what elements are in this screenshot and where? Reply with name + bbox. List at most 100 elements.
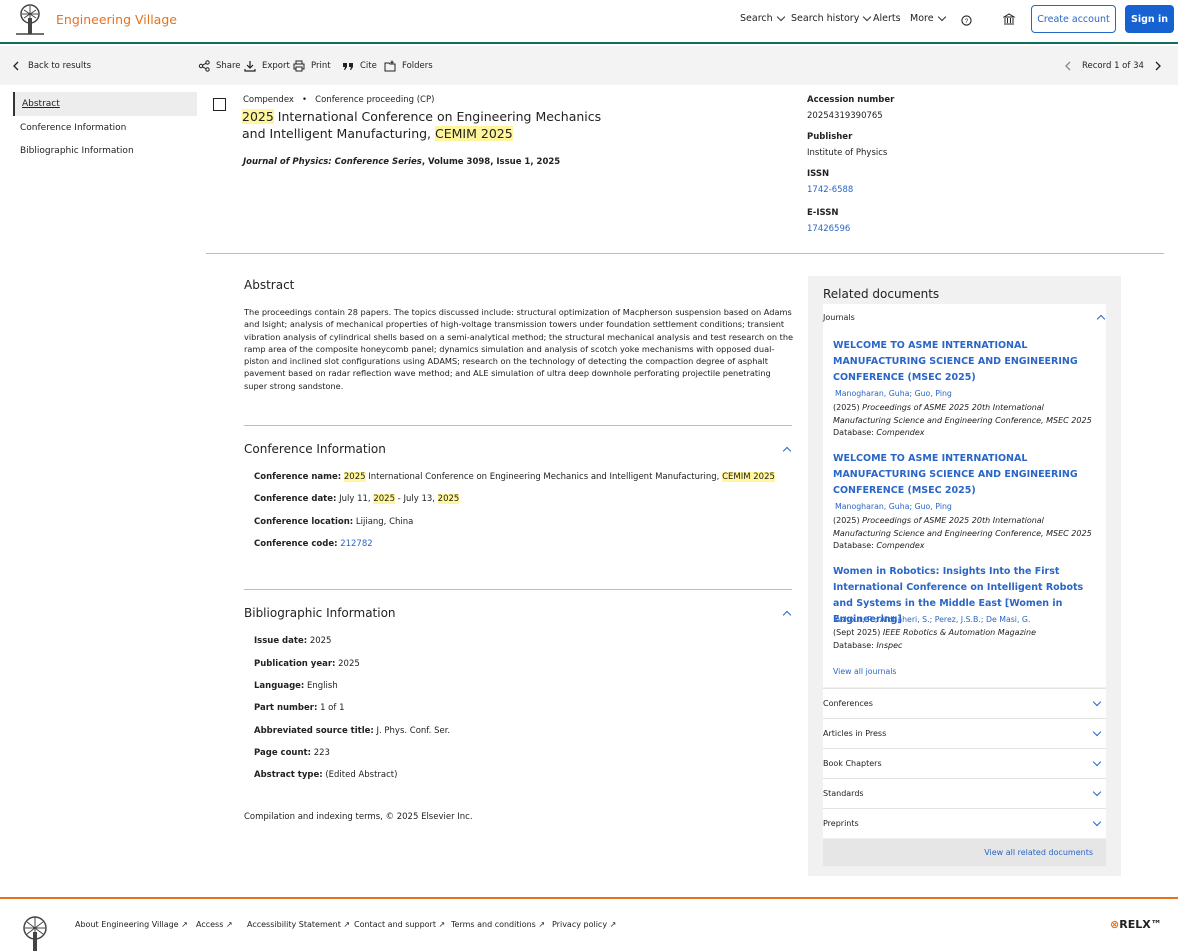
- database-value: Compendex: [876, 428, 925, 437]
- issn-link[interactable]: 1742-6588: [807, 185, 853, 195]
- folders-button[interactable]: Folders: [384, 60, 433, 72]
- section-label: Preprints: [823, 819, 859, 828]
- abstract-text: The proceedings contain 28 papers. The t…: [244, 307, 794, 391]
- related-section-preprints[interactable]: Preprints: [823, 808, 1106, 838]
- share-label: Share: [216, 61, 241, 71]
- folder-add-icon: [384, 60, 396, 72]
- field-label: Page count:: [254, 748, 311, 758]
- footer-link-privacy[interactable]: Privacy policy: [552, 920, 616, 929]
- nav-search[interactable]: Search: [740, 12, 785, 24]
- conference-name-field: Conference name: 2025 International Conf…: [254, 472, 775, 482]
- footer-link-terms[interactable]: Terms and conditions: [451, 920, 545, 929]
- footer-link-access[interactable]: Access: [196, 920, 233, 929]
- related-item-authors[interactable]: Manogharan, Guha; Guo, Ping: [835, 502, 952, 511]
- chevron-left-icon[interactable]: [1062, 60, 1074, 72]
- section-label: Articles in Press: [823, 729, 887, 738]
- accession-label: Accession number: [807, 95, 895, 105]
- related-section-articles-in-press[interactable]: Articles in Press: [823, 718, 1106, 748]
- section-label: Standards: [823, 789, 864, 798]
- footer-link-contact[interactable]: Contact and support: [354, 920, 445, 929]
- sidebar-item-bibliographic-information[interactable]: Bibliographic Information: [13, 139, 197, 163]
- issue-date-field: Issue date: 2025: [254, 636, 331, 646]
- highlight-term: 2025: [242, 109, 274, 124]
- related-documents-heading: Related documents: [823, 287, 940, 301]
- field-value: English: [307, 681, 338, 691]
- abbreviated-source-title-field: Abbreviated source title: J. Phys. Conf.…: [254, 726, 450, 736]
- institution-icon[interactable]: [1003, 13, 1015, 25]
- highlight-term: CEMIM: [435, 126, 477, 141]
- help-icon[interactable]: ?: [961, 15, 972, 26]
- related-item-authors[interactable]: Manogharan, Guha; Guo, Ping: [835, 389, 952, 398]
- back-to-results-link[interactable]: Back to results: [10, 60, 91, 72]
- chevron-right-icon[interactable]: [1152, 60, 1164, 72]
- database-label: Database:: [833, 428, 877, 437]
- conference-code-link[interactable]: 212782: [340, 539, 372, 549]
- nav-alerts-label: Alerts: [873, 13, 901, 24]
- chevron-down-icon: [1092, 787, 1102, 797]
- create-account-button[interactable]: Create account: [1031, 5, 1116, 33]
- print-button[interactable]: Print: [293, 60, 331, 72]
- eissn-block: E-ISSN 17426596: [807, 208, 850, 234]
- view-all-journals-link[interactable]: View all journals: [833, 667, 896, 676]
- related-section-book-chapters[interactable]: Book Chapters: [823, 748, 1106, 778]
- chevron-up-icon[interactable]: [782, 610, 792, 620]
- print-label: Print: [311, 61, 331, 71]
- sign-in-button[interactable]: Sign in: [1125, 5, 1174, 33]
- field-label: Abbreviated source title:: [254, 726, 374, 736]
- nav-more[interactable]: More: [910, 12, 946, 24]
- relx-logo[interactable]: ⊗RELX™: [1110, 918, 1162, 931]
- related-item-year: (Sept 2025): [833, 628, 883, 637]
- record-meta: Compendex • Conference proceeding (CP): [243, 95, 434, 105]
- brand-name[interactable]: Engineering Village: [56, 12, 177, 27]
- section-label: Conferences: [823, 699, 873, 708]
- field-value: - July 13,: [394, 494, 438, 504]
- related-item-publication: Proceedings of ASME 2025 20th Internatio…: [833, 516, 1092, 538]
- chevron-up-icon[interactable]: [782, 446, 792, 456]
- view-all-related-documents-link[interactable]: View all related documents: [823, 839, 1106, 866]
- database-value: Compendex: [876, 541, 925, 550]
- share-button[interactable]: Share: [198, 60, 241, 72]
- related-section-conferences[interactable]: Conferences: [823, 688, 1106, 718]
- related-item-authors[interactable]: Ashour, R.; Aldhaheri, S.; Perez, J.S.B.…: [835, 615, 1030, 624]
- highlight-term: CEMIM: [722, 472, 751, 482]
- field-label: Part number:: [254, 703, 318, 713]
- record-pager: Record 1 of 34: [1062, 60, 1164, 72]
- related-item-source: (Sept 2025) IEEE Robotics & Automation M…: [833, 627, 1103, 652]
- footer-link-accessibility[interactable]: Accessibility Statement: [247, 920, 350, 929]
- field-label: Publication year:: [254, 659, 336, 669]
- field-value: July 11,: [339, 494, 374, 504]
- footer-link-about[interactable]: About Engineering Village: [75, 920, 188, 929]
- copyright-notice: Compilation and indexing terms, © 2025 E…: [244, 812, 473, 822]
- conference-date-field: Conference date: July 11, 2025 - July 13…: [254, 494, 460, 504]
- related-section-standards[interactable]: Standards: [823, 778, 1106, 808]
- abstract-heading: Abstract: [244, 278, 295, 292]
- eissn-link[interactable]: 17426596: [807, 224, 850, 234]
- sidebar-item-conference-information[interactable]: Conference Information: [13, 116, 197, 140]
- related-item-publication: IEEE Robotics & Automation Magazine: [882, 628, 1036, 637]
- chevron-down-icon: [1092, 727, 1102, 737]
- highlight-term: 2025: [373, 494, 395, 504]
- cite-button[interactable]: Cite: [342, 60, 377, 72]
- relx-wordmark: RELX™: [1119, 918, 1162, 931]
- journals-label[interactable]: Journals: [823, 313, 855, 322]
- select-record-checkbox[interactable]: [213, 98, 226, 111]
- elsevier-tree-logo[interactable]: [12, 4, 48, 36]
- related-item-title[interactable]: WELCOME TO ASME INTERNATIONAL MANUFACTUR…: [833, 451, 1095, 499]
- elsevier-tree-logo[interactable]: [12, 916, 58, 951]
- quote-icon: [343, 63, 353, 70]
- export-button[interactable]: Export: [244, 60, 290, 72]
- nav-search-history-label: Search history: [791, 13, 860, 24]
- highlight-term: 2025: [753, 472, 775, 482]
- sidebar-item-abstract[interactable]: Abstract: [13, 92, 197, 116]
- export-icon: [244, 61, 256, 72]
- nav-alerts[interactable]: Alerts: [873, 13, 901, 24]
- database-label: Database:: [833, 541, 877, 550]
- related-item-title[interactable]: WELCOME TO ASME INTERNATIONAL MANUFACTUR…: [833, 338, 1095, 386]
- database-name: Compendex: [243, 95, 294, 105]
- issn-block: ISSN 1742-6588: [807, 169, 853, 195]
- conference-code-field: Conference code: 212782: [254, 539, 373, 549]
- bullet-separator: •: [296, 95, 313, 105]
- publisher-label: Publisher: [807, 132, 853, 142]
- nav-search-history[interactable]: Search history: [791, 12, 872, 24]
- divider: [244, 425, 792, 426]
